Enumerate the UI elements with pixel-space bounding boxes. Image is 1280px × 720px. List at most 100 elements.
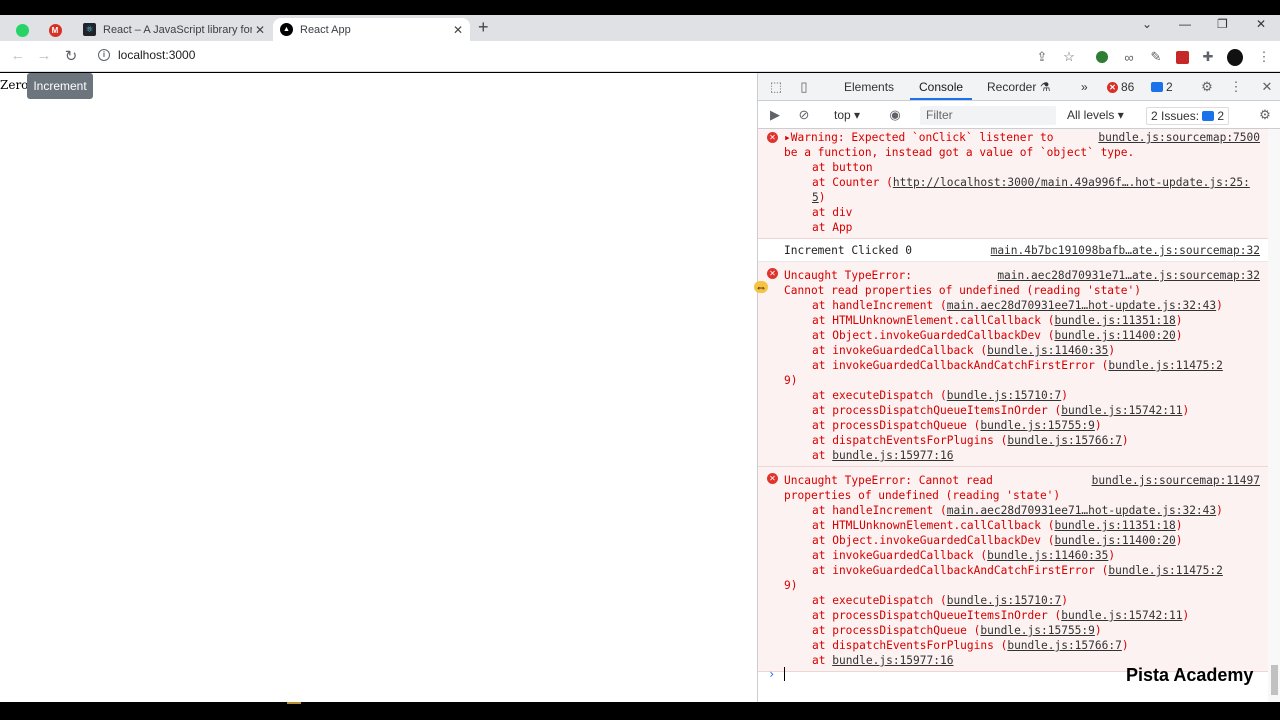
- source-link[interactable]: main.4b7bc191098bafb…ate.js:sourcemap:32: [991, 243, 1260, 258]
- stack-line: 9): [784, 579, 798, 592]
- bookmark-star-icon[interactable]: ☆: [1061, 49, 1077, 65]
- share-icon[interactable]: ⇪: [1034, 49, 1050, 65]
- source-link[interactable]: bundle.js:sourcemap:7500: [1098, 130, 1260, 145]
- pinned-tab-gmail[interactable]: M: [41, 19, 69, 41]
- profile-avatar[interactable]: [1227, 48, 1243, 66]
- stack-link[interactable]: bundle.js:15755:9: [980, 419, 1095, 432]
- context-value: top: [834, 108, 851, 122]
- address-bar[interactable]: i localhost:3000: [98, 48, 195, 62]
- device-toolbar-icon[interactable]: ▯: [796, 79, 812, 95]
- tab-console[interactable]: Console: [919, 80, 963, 94]
- forward-arrow-icon[interactable]: →: [34, 47, 54, 64]
- stack-link[interactable]: bundle.js:11400:20: [1054, 534, 1175, 547]
- extension-link-icon[interactable]: ∞: [1121, 49, 1137, 65]
- source-link[interactable]: bundle.js:sourcemap:11497: [1092, 473, 1260, 488]
- pinned-tab-whatsapp[interactable]: [8, 19, 36, 41]
- error-count: 86: [1121, 80, 1135, 94]
- stack-link[interactable]: bundle.js:15977:16: [832, 449, 953, 462]
- stack-link[interactable]: bundle.js:15710:7: [947, 594, 1062, 607]
- tab-search-icon[interactable]: ⌄: [1142, 17, 1152, 31]
- reload-icon[interactable]: ↻: [61, 47, 81, 65]
- sidebar-toggle-icon[interactable]: ▶: [767, 107, 783, 123]
- issues-label: 2 Issues:: [1151, 109, 1200, 123]
- counter-text: Zero: [0, 78, 29, 92]
- stack-link[interactable]: bundle.js:11460:35: [987, 344, 1108, 357]
- menu-kebab-icon[interactable]: ⋮: [1256, 49, 1272, 65]
- stack-link[interactable]: bundle.js:15742:11: [1061, 404, 1182, 417]
- stack-link[interactable]: main.aec28d70931ee71…hot-update.js:32:43: [947, 504, 1216, 517]
- clear-console-icon[interactable]: ⊘: [796, 107, 812, 123]
- text-caret: [784, 667, 785, 681]
- close-window-button[interactable]: ✕: [1256, 17, 1266, 31]
- stack-trace: at handleIncrement (main.aec28d70931ee71…: [784, 298, 1260, 463]
- stack-link[interactable]: bundle.js:15710:7: [947, 389, 1062, 402]
- issues-button[interactable]: 2 Issues: 2: [1146, 107, 1230, 125]
- tab-close-icon[interactable]: ✕: [252, 23, 268, 37]
- gmail-icon: M: [48, 23, 62, 37]
- tab-recorder[interactable]: Recorder ⚗: [987, 80, 1050, 94]
- stack-line: at bundle.js:15977:16: [812, 449, 954, 462]
- error-icon: ✕: [767, 132, 778, 143]
- stack-line: at invokeGuardedCallbackAndCatchFirstErr…: [812, 359, 1223, 372]
- extension-tool-icon[interactable]: ✎: [1148, 49, 1164, 65]
- back-arrow-icon[interactable]: ←: [8, 47, 28, 64]
- expand-triangle-icon[interactable]: ▸: [784, 131, 791, 144]
- stack-line: at dispatchEventsForPlugins (bundle.js:1…: [812, 434, 1129, 447]
- top-black-bar: [0, 0, 1280, 15]
- warning-line-1: Warning: Expected `onClick` listener to: [790, 131, 1054, 144]
- stack-line: at Object.invokeGuardedCallbackDev (bund…: [812, 534, 1183, 547]
- tab-elements[interactable]: Elements: [844, 80, 894, 94]
- tab-react-app[interactable]: ▲ React App ✕: [273, 18, 470, 41]
- error-count-badge[interactable]: ✕ 86: [1107, 80, 1134, 94]
- stack-link[interactable]: bundle.js:11351:18: [1054, 519, 1175, 532]
- stack-link[interactable]: bundle.js:15755:9: [980, 624, 1095, 637]
- log-levels-dropdown[interactable]: All levels ▾: [1067, 108, 1124, 122]
- whatsapp-icon: [15, 23, 29, 37]
- stack-link[interactable]: bundle.js:11475:2: [1108, 359, 1223, 372]
- stack-link[interactable]: bundle.js:11351:18: [1054, 314, 1175, 327]
- console-warning-entry: ✕ bundle.js:sourcemap:7500 ▸Warning: Exp…: [758, 129, 1268, 239]
- stack-link[interactable]: bundle.js:11400:20: [1054, 329, 1175, 342]
- stack-link[interactable]: bundle.js:11460:35: [987, 549, 1108, 562]
- stack-link[interactable]: bundle.js:15742:11: [1061, 609, 1182, 622]
- site-info-icon[interactable]: i: [98, 49, 110, 61]
- console-settings-gear-icon[interactable]: ⚙: [1257, 107, 1273, 123]
- stack-link[interactable]: bundle.js:11475:2: [1108, 564, 1223, 577]
- inspect-element-icon[interactable]: ⬚: [768, 79, 784, 95]
- error-line-2: properties of undefined (reading 'state'…: [784, 489, 1061, 502]
- stack-link[interactable]: main.aec28d70931ee71…hot-update.js:32:43: [947, 299, 1216, 312]
- message-icon: [1151, 82, 1163, 92]
- more-tabs-button[interactable]: »: [1081, 80, 1088, 94]
- close-devtools-icon[interactable]: ✕: [1259, 79, 1275, 95]
- source-link[interactable]: main.aec28d70931e71…ate.js:sourcemap:32: [997, 268, 1260, 283]
- increment-button[interactable]: Increment: [27, 73, 93, 99]
- tab-title: React – A JavaScript library for bu: [103, 23, 252, 36]
- scrollbar-thumb[interactable]: [1271, 665, 1278, 695]
- stack-line: at processDispatchQueueItemsInOrder (bun…: [812, 404, 1190, 417]
- stack-line: 9): [784, 374, 798, 387]
- stack-line: at invokeGuardedCallbackAndCatchFirstErr…: [812, 564, 1223, 577]
- filter-input[interactable]: Filter: [920, 106, 1056, 125]
- console-error-entry: ✕ bundle.js:sourcemap:11497 Uncaught Typ…: [758, 467, 1268, 672]
- tab-close-icon[interactable]: ✕: [450, 23, 466, 37]
- stack-trace: at handleIncrement (main.aec28d70931ee71…: [784, 503, 1260, 668]
- tab-react-docs[interactable]: ⚛ React – A JavaScript library for bu ✕: [76, 18, 272, 41]
- stack-link[interactable]: bundle.js:15766:7: [1007, 639, 1122, 652]
- console-scrollbar[interactable]: [1268, 129, 1280, 702]
- message-count-badge[interactable]: 2: [1151, 80, 1173, 94]
- extension-red-icon[interactable]: [1174, 49, 1190, 65]
- minimize-button[interactable]: —: [1179, 17, 1191, 31]
- settings-gear-icon[interactable]: ⚙: [1199, 79, 1215, 95]
- restore-button[interactable]: ❐: [1217, 17, 1228, 31]
- extension-globe-icon[interactable]: [1094, 49, 1110, 65]
- console-toolbar: ▶ ⊘ top ▾ ◉ Filter All levels ▾ 2 Issues…: [758, 102, 1280, 129]
- stack-line: at App: [812, 221, 853, 234]
- stack-link[interactable]: bundle.js:15766:7: [1007, 434, 1122, 447]
- error-line-2: Cannot read properties of undefined (rea…: [784, 284, 1141, 297]
- context-selector[interactable]: top ▾: [834, 108, 860, 122]
- live-expression-eye-icon[interactable]: ◉: [887, 107, 903, 123]
- extensions-puzzle-icon[interactable]: ✚: [1200, 49, 1216, 65]
- devtools-menu-icon[interactable]: ⋮: [1228, 79, 1244, 95]
- new-tab-button[interactable]: +: [478, 17, 489, 37]
- bottom-black-bar: [0, 702, 1280, 720]
